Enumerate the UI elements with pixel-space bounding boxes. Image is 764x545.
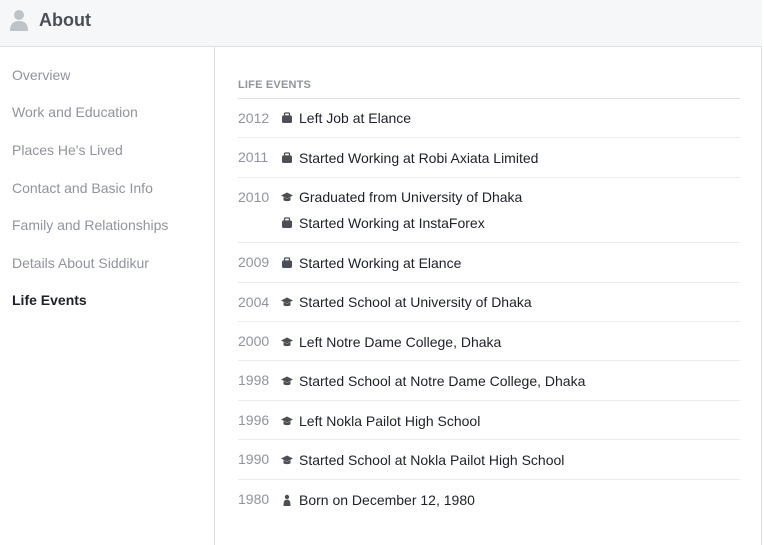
sidebar-item-places-lived[interactable]: Places He's Lived <box>12 141 123 159</box>
life-event-text: Left Notre Dame College, Dhaka <box>299 334 502 350</box>
life-event-year-row: 1996 Left Nokla Pailot High School <box>238 401 740 440</box>
event-year: 2004 <box>238 294 270 310</box>
life-event-text: Left Job at Elance <box>299 110 412 126</box>
sidebar-item-contact-info[interactable]: Contact and Basic Info <box>12 179 153 197</box>
graduation-cap-icon <box>281 192 293 202</box>
life-event-year-row: 1998 Started School at Notre Dame Colleg… <box>238 361 740 401</box>
about-sidebar: Overview Work and Education Places He's … <box>0 47 215 545</box>
sidebar-item-details[interactable]: Details About Siddikur <box>12 254 149 272</box>
event-year: 2010 <box>238 189 270 205</box>
life-event-text: Born on December 12, 1980 <box>299 492 475 508</box>
sidebar-item-family[interactable]: Family and Relationships <box>12 216 168 234</box>
life-event-year-row: 2009 Started Working at Elance <box>238 243 740 283</box>
life-event-text: Started School at Nokla Pailot High Scho… <box>299 452 565 468</box>
event-year: 1996 <box>238 412 270 428</box>
life-event-year-row: 2004 Started School at University of Dha… <box>238 283 740 322</box>
life-event-text: Graduated from University of Dhaka <box>299 189 523 205</box>
sidebar-item-overview[interactable]: Overview <box>12 66 70 84</box>
about-panel: About Overview Work and Education Places… <box>0 0 762 545</box>
graduation-cap-icon <box>281 297 293 307</box>
section-title: LIFE EVENTS <box>238 79 312 91</box>
sidebar-item-work-and-education[interactable]: Work and Education <box>12 103 138 121</box>
life-event-year-row: 1990 Started School at Nokla Pailot High… <box>238 440 740 480</box>
life-event-text: Started School at Notre Dame College, Dh… <box>299 373 586 389</box>
briefcase-icon <box>282 257 292 268</box>
event-year: 2000 <box>238 333 270 349</box>
event-year: 1998 <box>238 372 270 388</box>
graduation-cap-icon <box>281 337 293 347</box>
briefcase-icon <box>282 152 292 163</box>
life-event-text: Started Working at Robi Axiata Limited <box>299 150 539 166</box>
graduation-cap-icon <box>281 376 293 386</box>
life-events-section: LIFE EVENTS 2012 Left Job at Elance 2011… <box>216 47 762 545</box>
briefcase-icon <box>282 112 292 123</box>
life-event-text: Left Nokla Pailot High School <box>299 413 481 429</box>
life-event-year-row: 1980 Born on December 12, 1980 <box>238 480 740 520</box>
briefcase-icon <box>282 217 292 228</box>
life-event-text: Started School at University of Dhaka <box>299 294 532 310</box>
life-event-text: Started Working at InstaForex <box>299 215 485 231</box>
person-icon <box>10 10 28 31</box>
sidebar-item-life-events[interactable]: Life Events <box>12 291 87 309</box>
event-year: 1990 <box>238 451 270 467</box>
event-year: 2012 <box>238 110 270 126</box>
baby-icon <box>283 494 291 506</box>
event-year: 2009 <box>238 254 270 270</box>
graduation-cap-icon <box>281 455 293 465</box>
event-year: 2011 <box>238 149 269 165</box>
graduation-cap-icon <box>281 416 293 426</box>
life-event-text: Started Working at Elance <box>299 255 462 271</box>
life-event-year-row: 2000 Left Notre Dame College, Dhaka <box>238 322 740 361</box>
life-event-year-row: 2012 Left Job at Elance <box>238 99 740 138</box>
life-event-year-row: 2011 Started Working at Robi Axiata Limi… <box>238 138 740 178</box>
life-event-year-row: 2010 Graduated from University of Dhaka … <box>238 178 740 243</box>
about-header: About <box>0 0 762 47</box>
event-year: 1980 <box>238 491 270 507</box>
page-title: About <box>39 10 91 30</box>
